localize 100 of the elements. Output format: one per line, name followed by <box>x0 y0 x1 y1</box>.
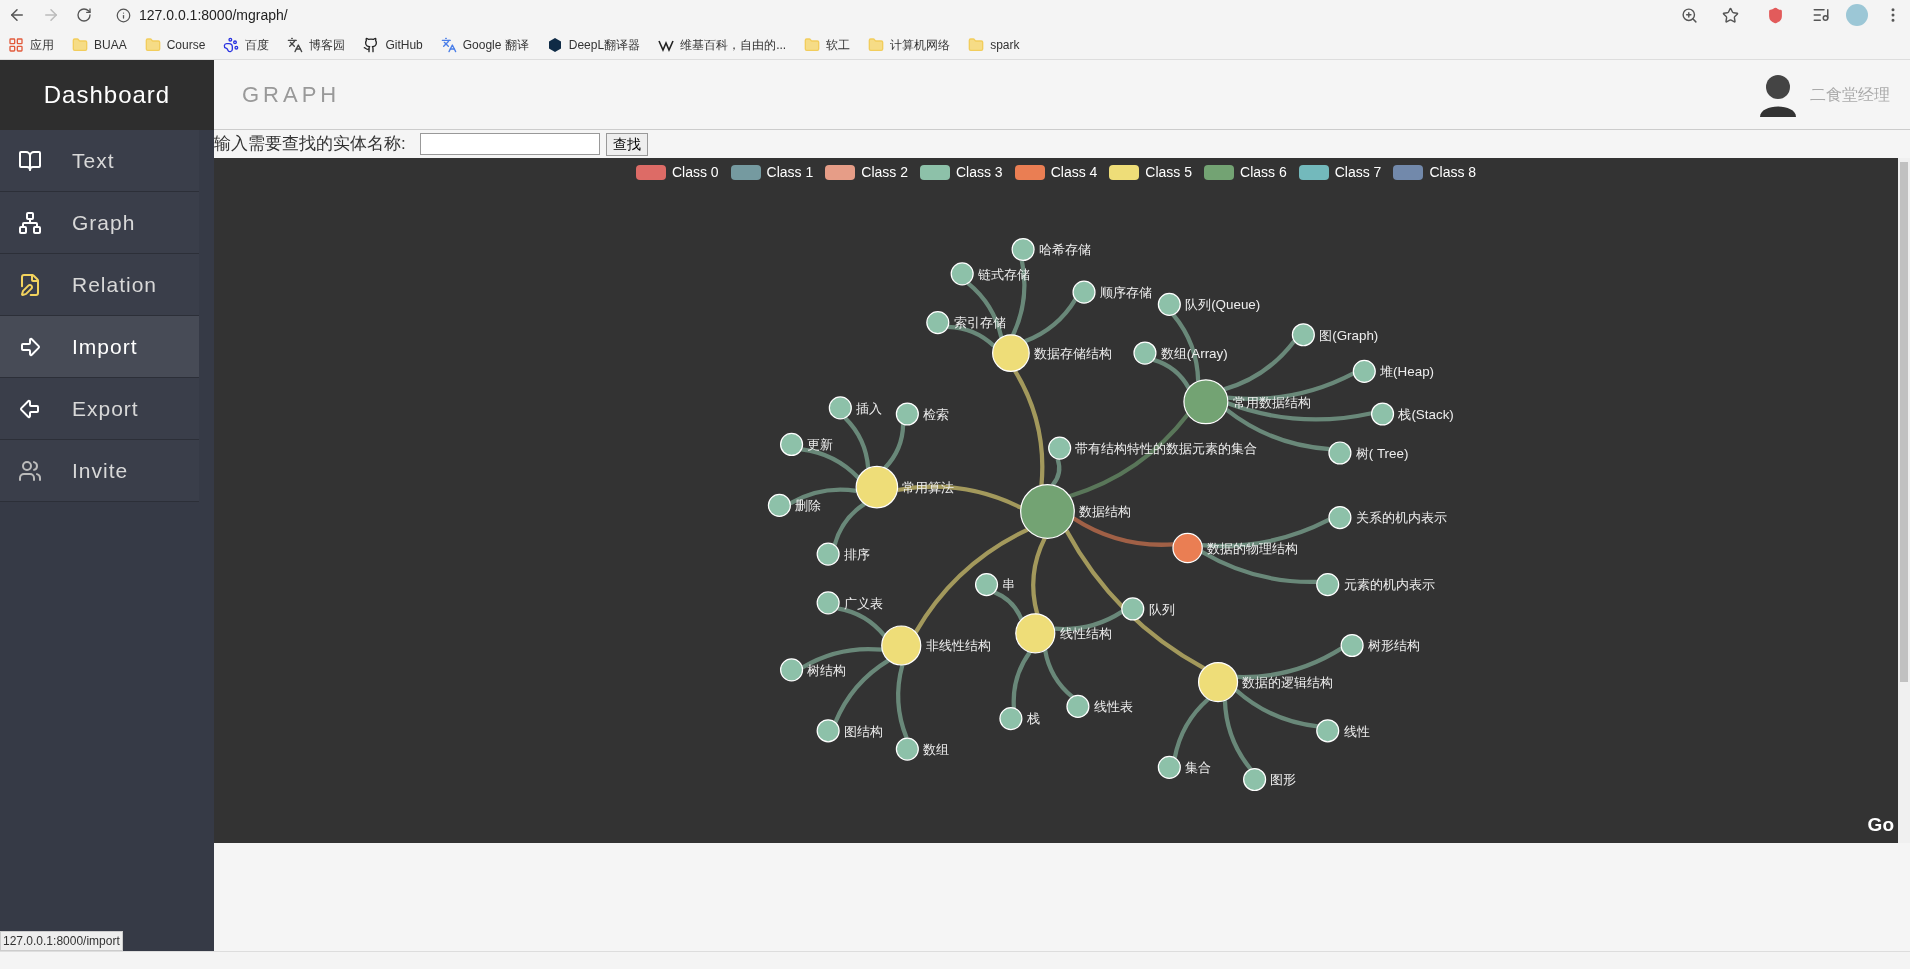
sidebar-item[interactable]: Relation <box>0 254 199 316</box>
legend-label[interactable]: Class 7 <box>1334 162 1382 183</box>
node-label: 顺序存储 <box>1099 285 1152 300</box>
graph-node[interactable] <box>1183 379 1229 425</box>
scrollbar[interactable] <box>1898 158 1910 843</box>
graph-node[interactable] <box>1340 633 1364 658</box>
bookmark-link[interactable]: BUAA <box>94 35 127 54</box>
graph-node[interactable] <box>1072 280 1096 304</box>
bookmark-link[interactable]: 应用 <box>30 35 54 54</box>
shield-icon[interactable] <box>1767 6 1784 24</box>
graph-node[interactable] <box>999 707 1023 731</box>
legend-swatch[interactable] <box>825 165 856 180</box>
graph-node[interactable] <box>1316 719 1340 743</box>
graph-node[interactable] <box>1157 292 1181 316</box>
legend-swatch[interactable] <box>1109 165 1140 180</box>
node-label: 常用算法 <box>902 479 955 495</box>
legend-label[interactable]: Class 6 <box>1240 162 1287 183</box>
graph-node[interactable] <box>767 493 791 517</box>
graph-node[interactable] <box>1197 661 1239 703</box>
legend-swatch[interactable] <box>1393 165 1424 180</box>
bookmark-link[interactable]: 博客园 <box>309 35 346 54</box>
users-icon <box>18 458 42 483</box>
graph-node[interactable] <box>816 719 840 743</box>
graph-node[interactable] <box>1121 597 1145 621</box>
search-field[interactable] <box>419 133 600 155</box>
graph-node[interactable] <box>895 402 919 426</box>
bookmark-link[interactable]: 百度 <box>245 35 270 54</box>
address-bar[interactable]: 127.0.0.1:8000/mgraph/ <box>139 4 288 26</box>
graph-node[interactable] <box>1011 237 1035 262</box>
info-icon[interactable] <box>116 7 131 23</box>
sidebar-item[interactable]: Graph <box>0 192 199 254</box>
graph-node[interactable] <box>1066 694 1090 718</box>
legend-swatch[interactable] <box>1014 165 1045 180</box>
playlist-icon[interactable] <box>1812 6 1830 24</box>
node-label: 数据结构 <box>1079 504 1132 520</box>
graph-node[interactable] <box>1133 341 1157 365</box>
node-label: 线性结构 <box>1059 626 1112 642</box>
graph-node[interactable] <box>1328 505 1352 530</box>
bookmark-link[interactable]: GitHub <box>385 35 423 54</box>
bookmark-link[interactable]: 计算机网络 <box>890 35 951 54</box>
graph-node[interactable] <box>881 625 922 666</box>
graph-node[interactable] <box>992 334 1030 372</box>
graph-node[interactable] <box>1048 436 1072 460</box>
back-icon[interactable] <box>8 6 26 24</box>
node-label: 带有结构特性的数据元素的集合 <box>1075 441 1258 456</box>
bookmark-link[interactable]: 软工 <box>826 35 851 54</box>
node-label: 队列 <box>1148 601 1175 617</box>
graph-node[interactable] <box>1316 573 1340 597</box>
graph-node[interactable] <box>895 737 919 761</box>
reload-icon[interactable] <box>76 7 92 23</box>
graph-node[interactable] <box>816 542 840 566</box>
graph-node[interactable] <box>1243 767 1267 792</box>
graph-node[interactable] <box>1020 484 1075 539</box>
graph-node[interactable] <box>816 591 840 615</box>
node-label: 删除 <box>795 498 822 514</box>
graph-node[interactable] <box>1352 359 1376 383</box>
legend-label[interactable]: Class 4 <box>1050 162 1098 183</box>
bookmark-link[interactable]: DeepL翻译器 <box>568 35 641 54</box>
legend-label[interactable]: Class 5 <box>1145 162 1193 183</box>
legend-label[interactable]: Class 8 <box>1429 162 1477 183</box>
node-label: 图形 <box>1270 772 1297 788</box>
sidebar-item[interactable]: Export <box>0 378 199 440</box>
deepl-icon <box>546 36 563 53</box>
legend-label[interactable]: Class 0 <box>671 162 719 183</box>
graph-node[interactable] <box>1371 402 1395 426</box>
sidebar-item[interactable]: Import <box>0 316 199 378</box>
legend-swatch[interactable] <box>919 165 950 180</box>
graph-node[interactable] <box>926 311 950 335</box>
zoom-icon[interactable] <box>1681 6 1698 24</box>
node-label: 数据的物理结构 <box>1207 540 1299 556</box>
legend-swatch[interactable] <box>730 165 761 180</box>
graph-node[interactable] <box>780 432 804 457</box>
graph-node[interactable] <box>1157 755 1181 779</box>
graph-node[interactable] <box>1015 613 1056 654</box>
legend-label[interactable]: Class 3 <box>955 162 1003 183</box>
bookmark-link[interactable]: Course <box>166 35 206 54</box>
graph-node[interactable] <box>1291 323 1315 347</box>
graph-node[interactable] <box>780 658 804 682</box>
graph-node[interactable] <box>950 262 974 286</box>
bookmark-link[interactable]: 维基百科，自由的... <box>680 35 787 54</box>
graph-edge <box>883 424 906 470</box>
legend-swatch[interactable] <box>635 165 666 180</box>
node-label: 图结构 <box>844 723 883 739</box>
graph-node[interactable] <box>974 573 999 597</box>
graph-node[interactable] <box>855 465 899 509</box>
sidebar-item[interactable]: Invite <box>0 440 199 502</box>
sidebar-item[interactable]: Text <box>0 130 199 192</box>
legend-label[interactable]: Class 2 <box>861 162 908 183</box>
graph-node[interactable] <box>1172 532 1203 564</box>
node-label: 线性 <box>1343 723 1370 739</box>
bookmark-link[interactable]: spark <box>990 35 1020 54</box>
legend-label[interactable]: Class 1 <box>766 162 814 183</box>
graph-node[interactable] <box>828 396 852 420</box>
search-button[interactable]: 查找 <box>605 132 648 156</box>
graph-node[interactable] <box>1328 441 1352 465</box>
legend-swatch[interactable] <box>1298 165 1329 180</box>
star-icon[interactable] <box>1722 6 1739 24</box>
node-label: 树( Tree) <box>1355 445 1409 461</box>
legend-swatch[interactable] <box>1204 165 1235 180</box>
bookmark-link[interactable]: Google 翻译 <box>462 35 529 54</box>
